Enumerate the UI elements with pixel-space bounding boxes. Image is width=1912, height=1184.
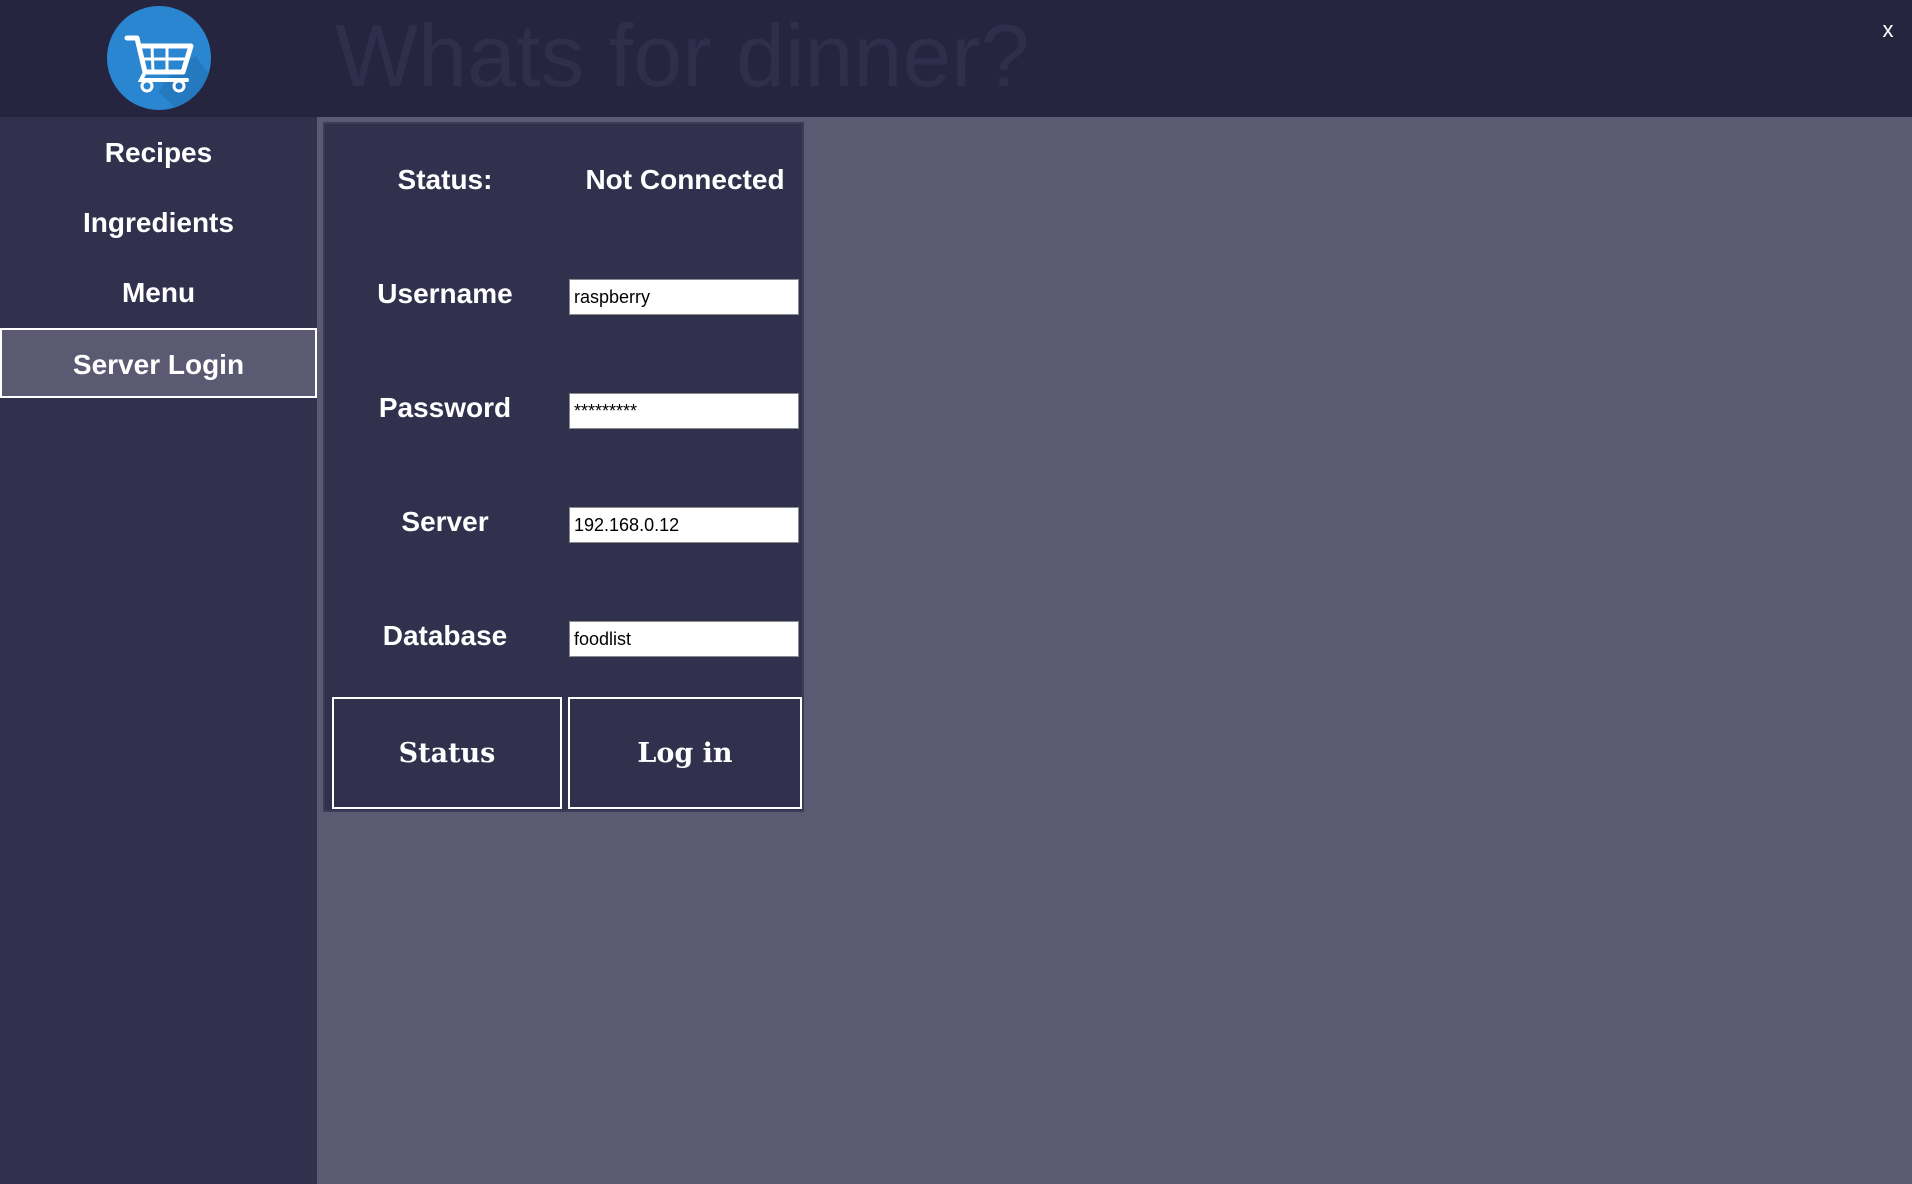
sidebar-item-menu[interactable]: Menu [0,258,317,328]
title-bar: Whats for dinner? x [0,0,1912,117]
password-label: Password [378,392,512,423]
username-label: Username [377,278,513,309]
status-value: Not Connected [585,164,785,195]
database-field[interactable] [569,621,799,657]
sidebar: Recipes Ingredients Menu Server Login [0,117,317,1184]
status-label: Status: [397,164,493,195]
server-login-panel: Status: Not Connected Username Password … [323,122,804,812]
login-button[interactable]: Log in [568,697,802,809]
server-label: Server [401,506,489,537]
sidebar-item-server-login[interactable]: Server Login [0,328,317,398]
database-label: Database [382,620,508,651]
username-field[interactable] [569,279,799,315]
sidebar-item-ingredients[interactable]: Ingredients [0,188,317,258]
shopping-cart-icon [107,6,211,110]
close-button[interactable]: x [1876,16,1900,44]
status-button[interactable]: Status [332,697,562,809]
password-field[interactable] [569,393,799,429]
sidebar-item-recipes[interactable]: Recipes [0,118,317,188]
app-title: Whats for dinner? [335,6,1030,105]
server-field[interactable] [569,507,799,543]
